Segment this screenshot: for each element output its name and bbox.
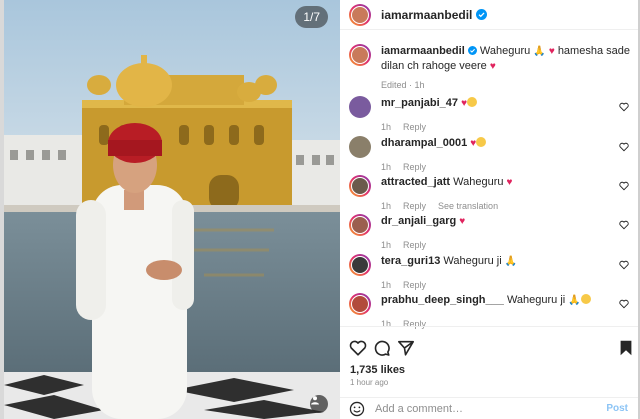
commenter-avatar[interactable] (349, 96, 371, 118)
red-heart-icon: ♥ (461, 98, 468, 109)
image-counter: 1/7 (295, 6, 328, 28)
post-button[interactable]: Post (606, 403, 628, 414)
post-actions-bar (340, 326, 638, 366)
folded-hands-icon: 🙏 (504, 256, 518, 267)
commenter-avatar[interactable] (349, 175, 371, 197)
share-plane-icon[interactable] (397, 339, 415, 357)
post-details-pane: iamarmaanbedil iamarmaanbedil Waheguru 🙏… (340, 0, 640, 419)
commenter-username[interactable]: dr_anjali_garg (381, 215, 456, 227)
comment-time: 1h (381, 201, 392, 211)
like-heart-icon[interactable] (349, 339, 367, 357)
verified-badge-icon (467, 46, 477, 55)
comment-item: dr_anjali_garg ♥ 1h Reply (349, 214, 639, 252)
commenter-username[interactable]: attracted_jatt (381, 176, 450, 188)
like-comment-heart-icon[interactable] (619, 142, 629, 152)
smiley-icon (467, 97, 478, 107)
reply-link[interactable]: Reply (403, 199, 426, 213)
comment-time: 1h (381, 280, 392, 290)
comment-item: tera_guri13 Waheguru ji 🙏 1h Reply (349, 254, 639, 292)
comment-input[interactable]: Add a comment… (375, 403, 606, 415)
caption-username[interactable]: iamarmaanbedil (381, 45, 465, 57)
folded-hands-icon: 🙏 (533, 46, 546, 57)
caption-text-1: Waheguru (479, 45, 531, 57)
caption-meta: Edited · 1h (381, 80, 425, 90)
comment-item: mr_panjabi_47 ♥ 1h Reply (349, 96, 639, 134)
red-heart-icon: ♥ (548, 46, 555, 57)
author-avatar[interactable] (349, 3, 371, 26)
like-comment-heart-icon[interactable] (619, 299, 629, 309)
red-heart-icon: ♥ (506, 177, 513, 188)
post-time: 1 hour ago (350, 378, 389, 387)
commenter-username[interactable]: tera_guri13 (381, 255, 440, 267)
red-heart-icon: ♥ (459, 216, 466, 227)
smiley-icon (580, 294, 591, 304)
comment-time: 1h (381, 240, 392, 250)
folded-hands-icon: 🙏 (568, 295, 581, 306)
reply-link[interactable]: Reply (403, 278, 426, 292)
see-translation-link[interactable]: See translation (438, 199, 498, 213)
tagged-user-icon[interactable] (310, 395, 328, 413)
comment-text: Waheguru ji (443, 255, 502, 267)
comment-text: Waheguru (453, 176, 504, 188)
commenter-username[interactable]: prabhu_deep_singh___ (381, 294, 504, 306)
comment-time: 1h (381, 122, 392, 132)
photo-illustration (4, 0, 340, 419)
smiley-icon (476, 137, 487, 147)
like-comment-heart-icon[interactable] (619, 181, 629, 191)
reply-link[interactable]: Reply (403, 160, 426, 174)
comment-item: attracted_jatt Waheguru ♥ 1h Reply See tra… (349, 175, 639, 213)
like-comment-heart-icon[interactable] (619, 260, 629, 270)
commenter-avatar[interactable] (349, 293, 371, 315)
like-count[interactable]: 1,735 likes (350, 364, 405, 376)
commenter-username[interactable]: dharampal_0001 (381, 137, 467, 149)
red-heart-icon: ♥ (489, 61, 496, 72)
commenter-avatar[interactable] (349, 214, 371, 236)
post-photo[interactable]: 1/7 (4, 0, 340, 419)
reply-link[interactable]: Reply (403, 120, 426, 134)
save-bookmark-icon[interactable] (617, 339, 635, 357)
post-caption: iamarmaanbedil Waheguru 🙏 ♥ hamesha sade… (349, 44, 639, 92)
like-comment-heart-icon[interactable] (619, 102, 629, 112)
comment-text: Waheguru ji (506, 294, 566, 306)
caption-avatar[interactable] (349, 44, 371, 66)
add-comment-bar: Add a comment… Post (340, 397, 638, 419)
reply-link[interactable]: Reply (403, 238, 426, 252)
commenter-avatar[interactable] (349, 136, 371, 158)
post-header: iamarmaanbedil (340, 0, 638, 30)
commenter-username[interactable]: mr_panjabi_47 (381, 97, 458, 109)
comment-bubble-icon[interactable] (373, 339, 391, 357)
like-comment-heart-icon[interactable] (619, 220, 629, 230)
author-username[interactable]: iamarmaanbedil (381, 8, 472, 22)
comment-item: dharampal_0001 ♥ 1h Reply (349, 136, 639, 174)
commenter-avatar[interactable] (349, 254, 371, 276)
comment-time: 1h (381, 162, 392, 172)
verified-badge-icon (476, 9, 488, 20)
emoji-smiley-icon[interactable] (349, 401, 365, 417)
